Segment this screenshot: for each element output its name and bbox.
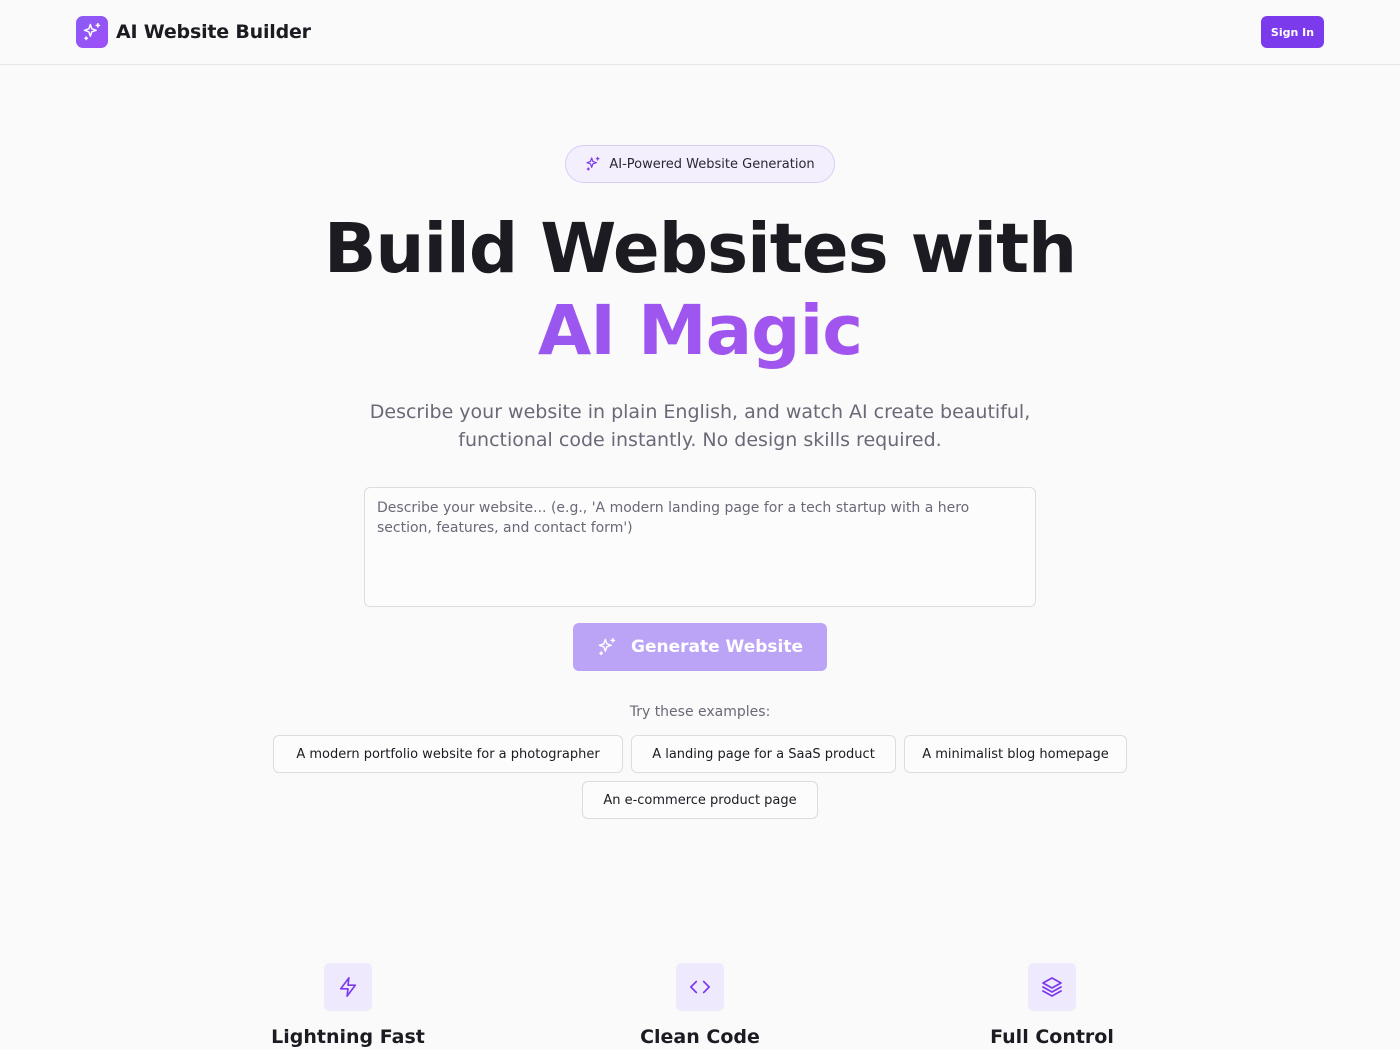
sparkles-icon [598,637,616,656]
sparkles-icon [586,156,600,171]
ai-powered-badge: AI-Powered Website Generation [565,145,835,183]
brand-name: AI Website Builder [116,21,311,43]
sign-in-button[interactable]: Sign In [1261,16,1324,48]
hero-title: Build Websites with AI Magic [0,208,1400,372]
example-chip-portfolio[interactable]: A modern portfolio website for a photogr… [273,735,623,773]
example-chip-ecommerce[interactable]: An e-commerce product page [582,781,818,819]
sparkles-logo-icon [76,16,108,48]
feature-lightning-fast: Lightning Fast [198,963,498,1048]
examples-label: Try these examples: [629,704,771,720]
generate-label: Generate Website [631,637,803,657]
hero-title-line1: Build Websites with [323,209,1077,289]
layers-icon [1028,963,1076,1011]
generate-website-button[interactable]: Generate Website [573,623,827,671]
hero-title-accent: AI Magic [0,290,1400,372]
feature-title: Lightning Fast [271,1026,425,1048]
feature-full-control: Full Control [902,963,1202,1048]
feature-title: Clean Code [640,1026,760,1048]
badge-label: AI-Powered Website Generation [609,156,815,172]
example-chip-blog[interactable]: A minimalist blog homepage [904,735,1127,773]
example-chip-saas[interactable]: A landing page for a SaaS product [631,735,896,773]
code-icon [676,963,724,1011]
feature-title: Full Control [990,1026,1114,1048]
feature-clean-code: Clean Code [550,963,850,1048]
lightning-icon [324,963,372,1011]
top-nav: AI Website Builder Sign In [0,0,1400,65]
hero-subtitle: Describe your website in plain English, … [369,401,1031,451]
website-description-input[interactable] [364,487,1036,607]
brand[interactable]: AI Website Builder [76,16,311,48]
